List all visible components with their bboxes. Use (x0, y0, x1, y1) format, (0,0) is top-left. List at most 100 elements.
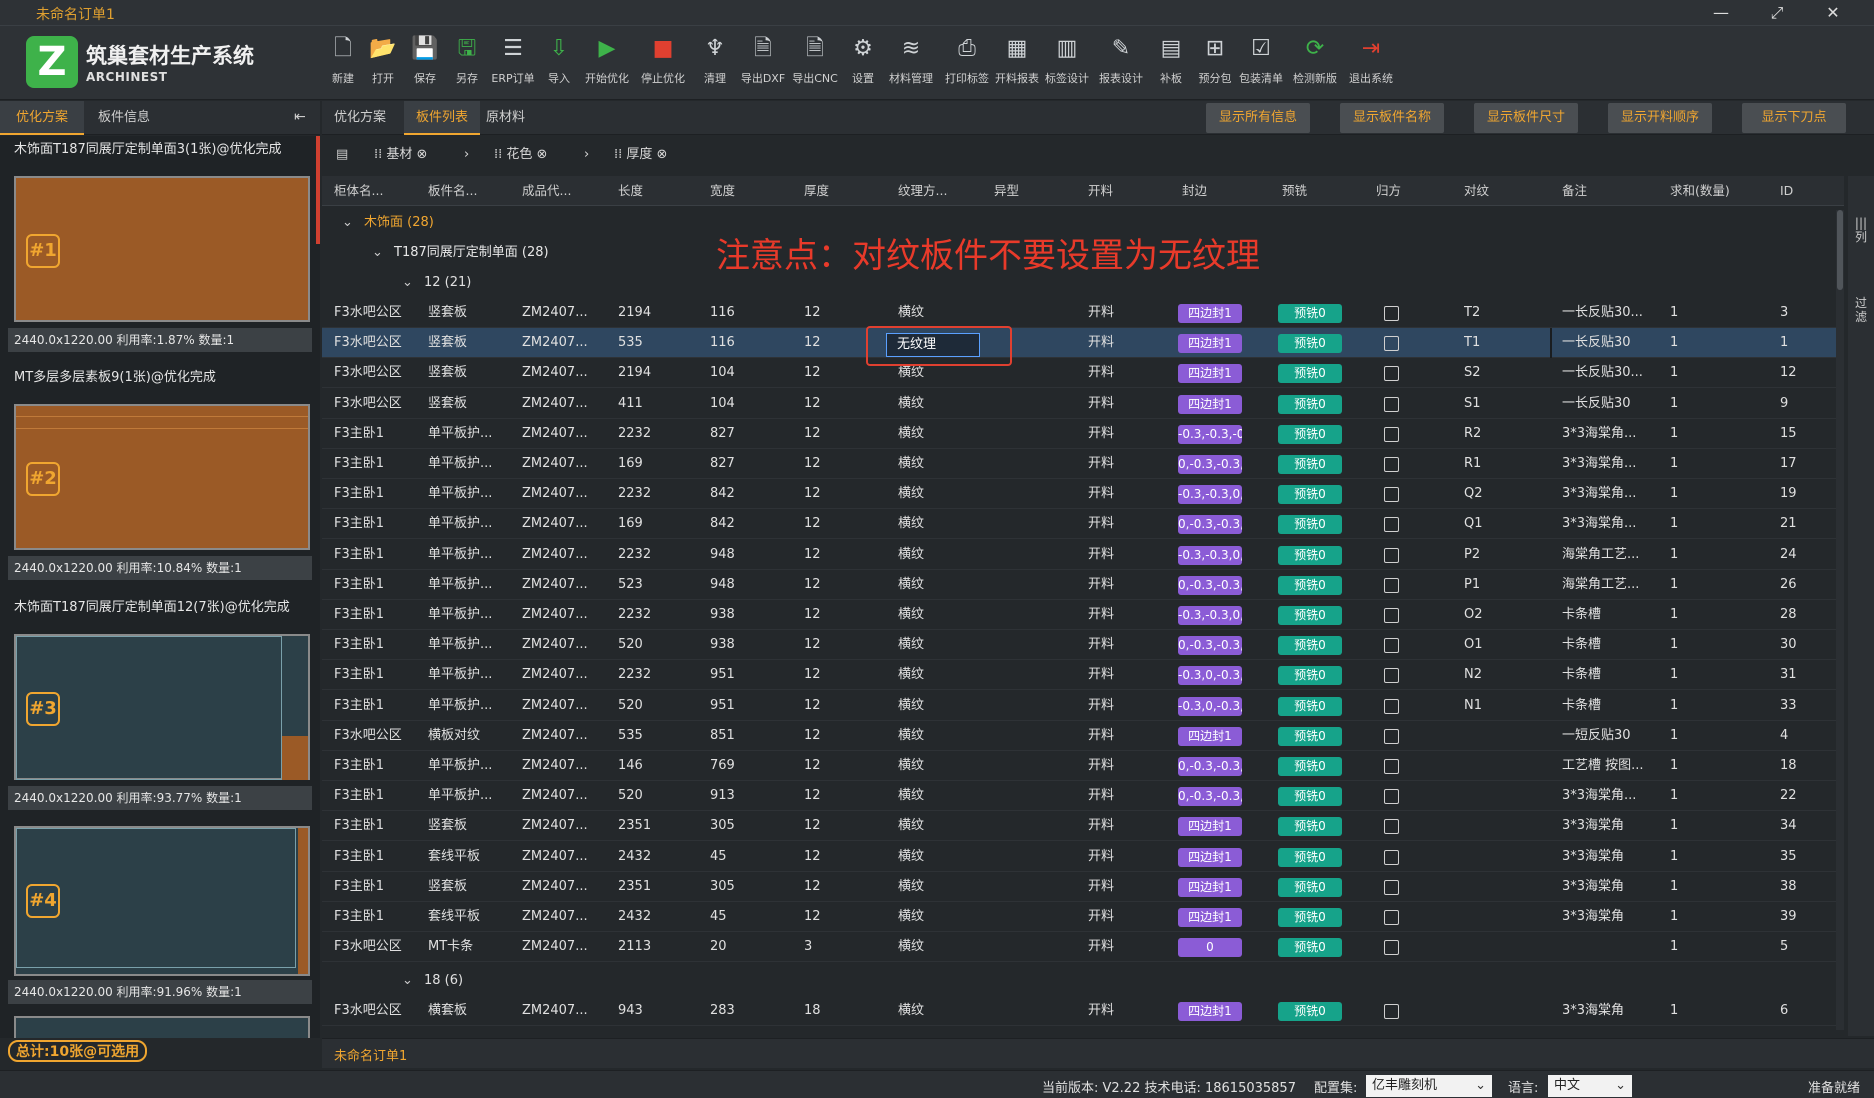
vertical-scrollbar[interactable] (1836, 210, 1844, 1030)
toolbar-button[interactable]: ▥ 标签设计 (1042, 32, 1092, 94)
table-row[interactable]: F3主卧1 单平板护... ZM2407... 2232 842 12 横纹 开料 -0.3,-… (322, 479, 1844, 510)
tab-panel-list[interactable]: 板件列表 (404, 101, 481, 135)
column-header[interactable]: 纹理方... (898, 176, 947, 206)
edge-band-badge[interactable]: 四边封1 (1178, 1002, 1242, 1021)
pre-mill-badge[interactable]: 预铣0 (1278, 1002, 1342, 1021)
column-header[interactable]: 板件名... (428, 176, 477, 206)
column-header[interactable]: 封边 (1182, 176, 1207, 206)
toolbar-button[interactable]: 🗎 导出CNC (790, 32, 840, 94)
table-row[interactable]: F3主卧1 单平板护... ZM2407... 146 769 12 横纹 开料 0,-0.3,… (322, 751, 1844, 781)
minimize-icon[interactable]: — (1706, 2, 1736, 24)
pre-mill-badge[interactable]: 预铣0 (1278, 877, 1342, 897)
square-checkbox[interactable] (1384, 819, 1399, 835)
edge-band-badge[interactable]: -0.3,-0.3,0, (1178, 485, 1242, 505)
toolbar-button[interactable]: ⇥ 退出系统 (1346, 32, 1396, 94)
tab-optimize-plan[interactable]: 优化方案 (0, 101, 85, 135)
edge-band-badge[interactable]: 四边封1 (1178, 847, 1242, 867)
edge-band-badge[interactable]: 0,-0.3,-0.3, (1178, 787, 1242, 807)
toolbar-button[interactable]: ⊞ 预分包 (1190, 32, 1240, 94)
square-checkbox[interactable] (1384, 396, 1399, 412)
toolbar-button[interactable]: ■ 停止优化 (638, 32, 688, 94)
square-checkbox[interactable] (1384, 517, 1399, 533)
toolbar-button[interactable]: 🖫 另存 (442, 32, 492, 94)
edge-band-badge[interactable]: 四边封1 (1178, 394, 1242, 414)
square-checkbox[interactable] (1384, 638, 1399, 654)
edge-band-badge[interactable]: 0,-0.3,-0.3, (1178, 636, 1242, 656)
column-header[interactable]: 异型 (994, 176, 1019, 206)
edge-band-badge[interactable]: -0.3,-0.3,-0 (1178, 424, 1242, 444)
edge-band-badge[interactable]: 0,-0.3,-0.3, (1178, 757, 1242, 776)
edge-band-badge[interactable]: -0.3,0,-0.3, (1178, 666, 1242, 686)
square-checkbox[interactable] (1384, 698, 1399, 714)
edge-band-badge[interactable]: 0,-0.3,-0.3, (1178, 575, 1242, 595)
table-row[interactable]: F3水吧公区 横套板 ZM2407... 943 283 18 横纹 开料 四边封1 预铣0 3*3… (322, 996, 1844, 1026)
pre-mill-badge[interactable]: 预铣0 (1278, 817, 1342, 837)
show-all-info-button[interactable]: 显示所有信息 (1206, 103, 1310, 133)
toolbar-button[interactable]: ☑ 包装清单 (1236, 32, 1286, 94)
plan-card[interactable]: MT多层多层素板9(1张)@优化完成 #2 2440.0x1220.00 利用率… (0, 364, 320, 586)
square-checkbox[interactable] (1384, 336, 1399, 352)
toolbar-button[interactable]: ⎙ 打印标签 (942, 32, 992, 94)
toolbar-button[interactable]: ✎ 报表设计 (1096, 32, 1146, 94)
show-cut-point-button[interactable]: 显示下刀点 (1742, 103, 1846, 133)
show-cut-order-button[interactable]: 显示开料顺序 (1608, 103, 1712, 133)
edge-band-badge[interactable]: 四边封1 (1178, 817, 1242, 837)
table-row[interactable]: F3主卧1 单平板护... ZM2407... 2232 827 12 横纹 开料 -0.3,-… (322, 418, 1844, 449)
pre-mill-badge[interactable]: 预铣0 (1278, 304, 1342, 323)
pre-mill-badge[interactable]: 预铣0 (1278, 606, 1342, 625)
pre-mill-badge[interactable]: 预铣0 (1278, 696, 1342, 716)
column-header[interactable]: 预铣 (1282, 176, 1307, 206)
edge-band-badge[interactable]: -0.3,0,-0.3, (1178, 696, 1242, 716)
square-checkbox[interactable] (1384, 879, 1399, 895)
table-row[interactable]: F3主卧1 竖套板 ZM2407... 2351 305 12 横纹 开料 四边封1 预铣0 3*3… (322, 871, 1844, 902)
table-row[interactable]: F3主卧1 单平板护... ZM2407... 169 827 12 横纹 开料 0,-0.3,… (322, 449, 1844, 479)
pre-mill-badge[interactable]: 预铣0 (1278, 545, 1342, 565)
chevron-down-icon[interactable]: ⌄ (402, 268, 413, 298)
pre-mill-badge[interactable]: 预铣0 (1278, 666, 1342, 686)
table-row[interactable]: F3主卧1 单平板护... ZM2407... 169 842 12 横纹 开料 0,-0.3,… (322, 509, 1844, 540)
tab-plan[interactable]: 优化方案 (322, 101, 398, 135)
pre-mill-badge[interactable]: 预铣0 (1278, 908, 1342, 927)
pre-mill-badge[interactable]: 预铣0 (1278, 455, 1342, 474)
column-header[interactable]: 开料 (1088, 176, 1113, 206)
tab-raw-material[interactable]: 原材料 (474, 101, 537, 135)
table-row[interactable]: F3主卧1 单平板护... ZM2407... 520 938 12 横纹 开料 0,-0.3,… (322, 630, 1844, 661)
table-row[interactable]: F3主卧1 单平板护... ZM2407... 520 913 12 横纹 开料 0,-0.3,… (322, 781, 1844, 812)
grid-view-icon[interactable]: ▤ (336, 144, 348, 166)
table-row[interactable]: F3水吧公区 竖套板 ZM2407... 2194 116 12 横纹 开料 四边封1 预铣0 T2… (322, 298, 1844, 328)
filter-chip[interactable]: ⁞⁞ 厚度 ⊗ (614, 144, 667, 166)
pre-mill-badge[interactable]: 预铣0 (1278, 847, 1342, 867)
square-checkbox[interactable] (1384, 577, 1399, 593)
pre-mill-badge[interactable]: 预铣0 (1278, 394, 1342, 414)
close-icon[interactable]: ✕ (1818, 2, 1848, 24)
pre-mill-badge[interactable]: 预铣0 (1278, 424, 1342, 444)
table-row[interactable]: F3水吧公区 竖套板 ZM2407... 2194 104 12 横纹 开料 四边封1 预铣0 S2… (322, 358, 1844, 389)
square-checkbox[interactable] (1384, 849, 1399, 865)
table-row[interactable]: F3水吧公区 MT卡条 ZM2407... 2113 20 3 横纹 开料 0 预铣0 1 5 (322, 932, 1844, 963)
plan-preview[interactable]: #4 (14, 826, 310, 976)
plan-card[interactable]: 木饰面T187同展厅定制单面12(7张)@优化完成 #3 2440.0x1220… (0, 594, 320, 816)
show-panel-name-button[interactable]: 显示板件名称 (1340, 103, 1444, 133)
square-checkbox[interactable] (1384, 759, 1399, 774)
column-header[interactable]: 柜体名... (334, 176, 383, 206)
plan-preview[interactable]: #3 (14, 634, 310, 780)
square-checkbox[interactable] (1384, 668, 1399, 684)
scroll-thumb[interactable] (1837, 210, 1843, 290)
edge-band-badge[interactable]: 四边封1 (1178, 364, 1242, 384)
plan-card[interactable]: #4 2440.0x1220.00 利用率:91.96% 数量:1 (0, 826, 320, 1038)
square-checkbox[interactable] (1384, 608, 1399, 623)
config-select[interactable]: 亿丰雕刻机 ⌄ (1366, 1075, 1492, 1097)
filter-panel-toggle[interactable]: 过滤 (1854, 296, 1868, 324)
table-row[interactable]: F3主卧1 竖套板 ZM2407... 2351 305 12 横纹 开料 四边封1 预铣0 3*3… (322, 811, 1844, 842)
table-row[interactable]: F3主卧1 单平板护... ZM2407... 520 951 12 横纹 开料 -0.3,0,… (322, 690, 1844, 721)
column-header[interactable]: 厚度 (804, 176, 829, 206)
pre-mill-badge[interactable]: 预铣0 (1278, 334, 1342, 354)
toolbar-button[interactable]: ▦ 开料报表 (992, 32, 1042, 94)
toolbar-button[interactable]: ♆ 清理 (690, 32, 740, 94)
collapse-panel-icon[interactable]: ⇤ (294, 109, 306, 125)
edge-band-badge[interactable]: 四边封1 (1178, 304, 1242, 323)
chevron-down-icon[interactable]: ⌄ (342, 208, 353, 238)
column-header[interactable]: 成品代... (522, 176, 571, 206)
pre-mill-badge[interactable]: 预铣0 (1278, 938, 1342, 958)
toolbar-button[interactable]: ⟳ 检测新版 (1290, 32, 1340, 94)
